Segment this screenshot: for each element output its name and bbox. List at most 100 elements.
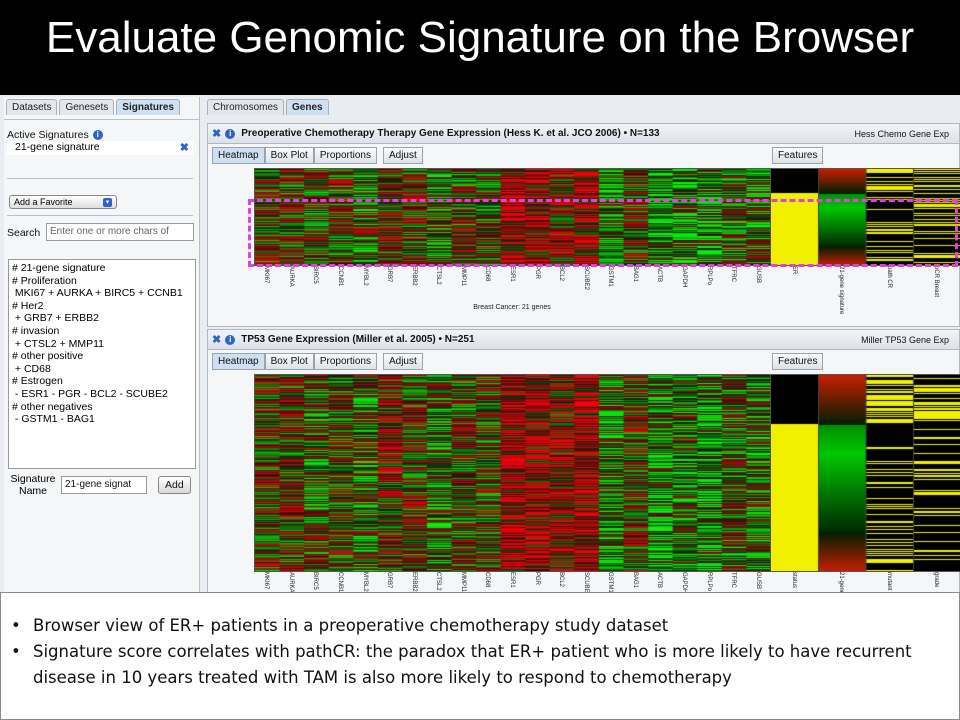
axis-tick-label: GUSB bbox=[754, 572, 761, 590]
axis-tick-label: ACTB bbox=[656, 572, 663, 589]
slide-title-bar: Evaluate Genomic Signature on the Browse… bbox=[0, 0, 960, 100]
axis-tick-label: ESR1 bbox=[509, 266, 515, 282]
axis-tick-label: status bbox=[790, 572, 797, 589]
axis-tick-label: GAPDH bbox=[681, 572, 687, 594]
panel-toolbar: Heatmap Box Plot Proportions Adjust Feat… bbox=[208, 350, 959, 372]
axis-tick-label: PGR bbox=[533, 572, 540, 586]
feature-axis-labels: ER 21-gene signature path CR pCR Breast bbox=[770, 266, 960, 314]
search-input[interactable]: Enter one or more chars of bbox=[46, 223, 194, 241]
axis-tick-label: BCL2 bbox=[558, 572, 565, 588]
active-signatures-label: Active Signatures bbox=[7, 129, 89, 141]
features-button[interactable]: Features bbox=[772, 352, 824, 370]
axis-tick-label: GUSB bbox=[754, 266, 761, 284]
gene-heatmap[interactable] bbox=[254, 168, 772, 266]
axis-tick-label: GRB7 bbox=[386, 266, 393, 283]
features-button[interactable]: Features bbox=[772, 146, 824, 164]
favorite-select-value: Add a Favorite bbox=[14, 197, 73, 207]
axis-tick-label: SCUBE2 bbox=[582, 266, 589, 291]
select-arrow-icon: ▾ bbox=[103, 197, 112, 207]
divider bbox=[4, 119, 200, 120]
remove-signature-icon[interactable]: ✖ bbox=[180, 141, 189, 154]
adjust-button[interactable]: Adjust bbox=[382, 146, 423, 164]
view-boxplot-button[interactable]: Box Plot bbox=[264, 146, 314, 164]
close-panel-icon[interactable]: ✖ bbox=[212, 127, 221, 140]
axis-tick-label: GSTM1 bbox=[607, 572, 614, 593]
tab-chromosomes[interactable]: Chromosomes bbox=[207, 99, 285, 115]
dataset-panel-hess: ✖ i Preoperative Chemotherapy Therapy Ge… bbox=[207, 123, 960, 327]
heatmap-caption: Breast Cancer: 21 genes bbox=[473, 304, 551, 311]
notes-box: Browser view of ER+ patients in a preope… bbox=[0, 592, 960, 720]
axis-tick-label: AURKA bbox=[287, 572, 294, 593]
axis-tick-label: BIRC5 bbox=[312, 572, 319, 590]
bullet-item: Signature score correlates with pathCR: … bbox=[11, 639, 959, 691]
tab-datasets[interactable]: Datasets bbox=[6, 99, 58, 115]
axis-tick-label: ERBB2 bbox=[410, 572, 417, 592]
axis-tick-label: MMP11 bbox=[459, 572, 466, 593]
features-heatmap[interactable] bbox=[770, 168, 960, 266]
axis-tick-label: MKI67 bbox=[263, 266, 270, 284]
close-panel-icon[interactable]: ✖ bbox=[212, 333, 221, 346]
panel-dataset-label: Hess Chemo Gene Exp bbox=[854, 128, 949, 139]
panel-title: TP53 Gene Expression (Miller et al. 2005… bbox=[241, 334, 475, 345]
search-label-text: Search bbox=[7, 227, 41, 239]
view-proportions-button[interactable]: Proportions bbox=[313, 146, 377, 164]
axis-tick-label: pCR Breast bbox=[933, 266, 940, 298]
panel-header: ✖ i TP53 Gene Expression (Miller et al. … bbox=[208, 330, 959, 350]
axis-tick-label: 21-gene signature bbox=[838, 266, 845, 315]
gene-axis-labels: MKI67 AURKA BIRC5 CCNB1 MYBL2 GRB7 ERBB2 CTSL2 M… bbox=[254, 266, 770, 302]
slide-title: Evaluate Genomic Signature on the Browse… bbox=[45, 13, 915, 62]
axis-tick-label: BIRC5 bbox=[312, 266, 319, 284]
left-tabbar: Datasets Genesets Signatures bbox=[4, 97, 199, 115]
right-tabbar: Chromosomes Genes bbox=[207, 97, 960, 115]
axis-tick-label: CTSL2 bbox=[435, 266, 442, 285]
info-icon[interactable]: i bbox=[92, 130, 103, 140]
gene-axis-labels: MKI67 AURKA BIRC5 CCNB1 MYBL2 GRB7 ERBB2 CTSL2 M… bbox=[254, 572, 770, 596]
axis-tick-label: CD68 bbox=[484, 572, 491, 588]
active-signatures-list bbox=[7, 157, 193, 179]
axis-tick-label: MMP11 bbox=[459, 266, 466, 287]
dataset-panel-miller: ✖ i TP53 Gene Expression (Miller et al. … bbox=[207, 329, 960, 616]
axis-tick-label: RPLPo bbox=[705, 266, 712, 286]
features-heatmap[interactable] bbox=[770, 374, 960, 572]
add-button[interactable]: Add bbox=[158, 476, 191, 494]
view-proportions-button[interactable]: Proportions bbox=[313, 352, 377, 370]
axis-tick-label: CCNB1 bbox=[337, 572, 343, 593]
signature-name-input[interactable]: 21-gene signat bbox=[61, 476, 147, 494]
info-icon[interactable]: i bbox=[225, 334, 236, 345]
signature-textarea[interactable]: # 21-gene signature # Proliferation MKI6… bbox=[8, 259, 196, 469]
right-area: Chromosomes Genes ✖ i Preoperative Chemo… bbox=[207, 97, 960, 616]
axis-tick-label: MYBL2 bbox=[361, 266, 368, 286]
favorite-select[interactable]: Add a Favorite ▾ bbox=[9, 195, 117, 209]
active-signature-item[interactable]: 21-gene signature ✖ bbox=[7, 141, 193, 155]
left-panel: Datasets Genesets Signatures Active Sign… bbox=[4, 97, 200, 595]
tab-genesets[interactable]: Genesets bbox=[59, 99, 115, 115]
axis-tick-label: path CR bbox=[885, 266, 892, 289]
view-heatmap-button[interactable]: Heatmap bbox=[212, 146, 265, 164]
panel-title: Preoperative Chemotherapy Therapy Gene E… bbox=[241, 128, 660, 139]
axis-tick-label: TFRC bbox=[730, 266, 737, 282]
panel-dataset-label: Miller TP53 Gene Exp bbox=[861, 334, 949, 345]
axis-tick-label: CTSL2 bbox=[435, 572, 442, 591]
axis-tick-label: MKI67 bbox=[263, 572, 270, 590]
info-icon[interactable]: i bbox=[225, 128, 236, 139]
view-boxplot-button[interactable]: Box Plot bbox=[264, 352, 314, 370]
axis-tick-label: GAPDH bbox=[681, 266, 687, 288]
axis-tick-label: RPLPo bbox=[705, 572, 712, 592]
axis-tick-label: ACTB bbox=[656, 266, 663, 283]
divider bbox=[7, 215, 193, 216]
adjust-button[interactable]: Adjust bbox=[382, 352, 423, 370]
axis-tick-label: ESR1 bbox=[509, 572, 515, 588]
axis-tick-label: CD68 bbox=[484, 266, 491, 282]
view-heatmap-button[interactable]: Heatmap bbox=[212, 352, 265, 370]
signature-name-label-line2: Name bbox=[18, 485, 47, 497]
axis-tick-label: grade bbox=[933, 572, 940, 588]
tab-genes[interactable]: Genes bbox=[286, 99, 329, 115]
gene-heatmap[interactable] bbox=[254, 374, 772, 572]
signature-name-label-line1: Signature bbox=[10, 473, 56, 485]
tab-signatures[interactable]: Signatures bbox=[116, 99, 180, 115]
active-signatures-header: Active Signatures i bbox=[7, 129, 103, 141]
axis-tick-label: BCL2 bbox=[558, 266, 565, 282]
feature-axis-labels: status21-gene gnaturemutantgrade bbox=[770, 572, 960, 616]
axis-tick-label: BAG1 bbox=[631, 266, 638, 283]
axis-tick-label: mutant bbox=[885, 572, 892, 591]
